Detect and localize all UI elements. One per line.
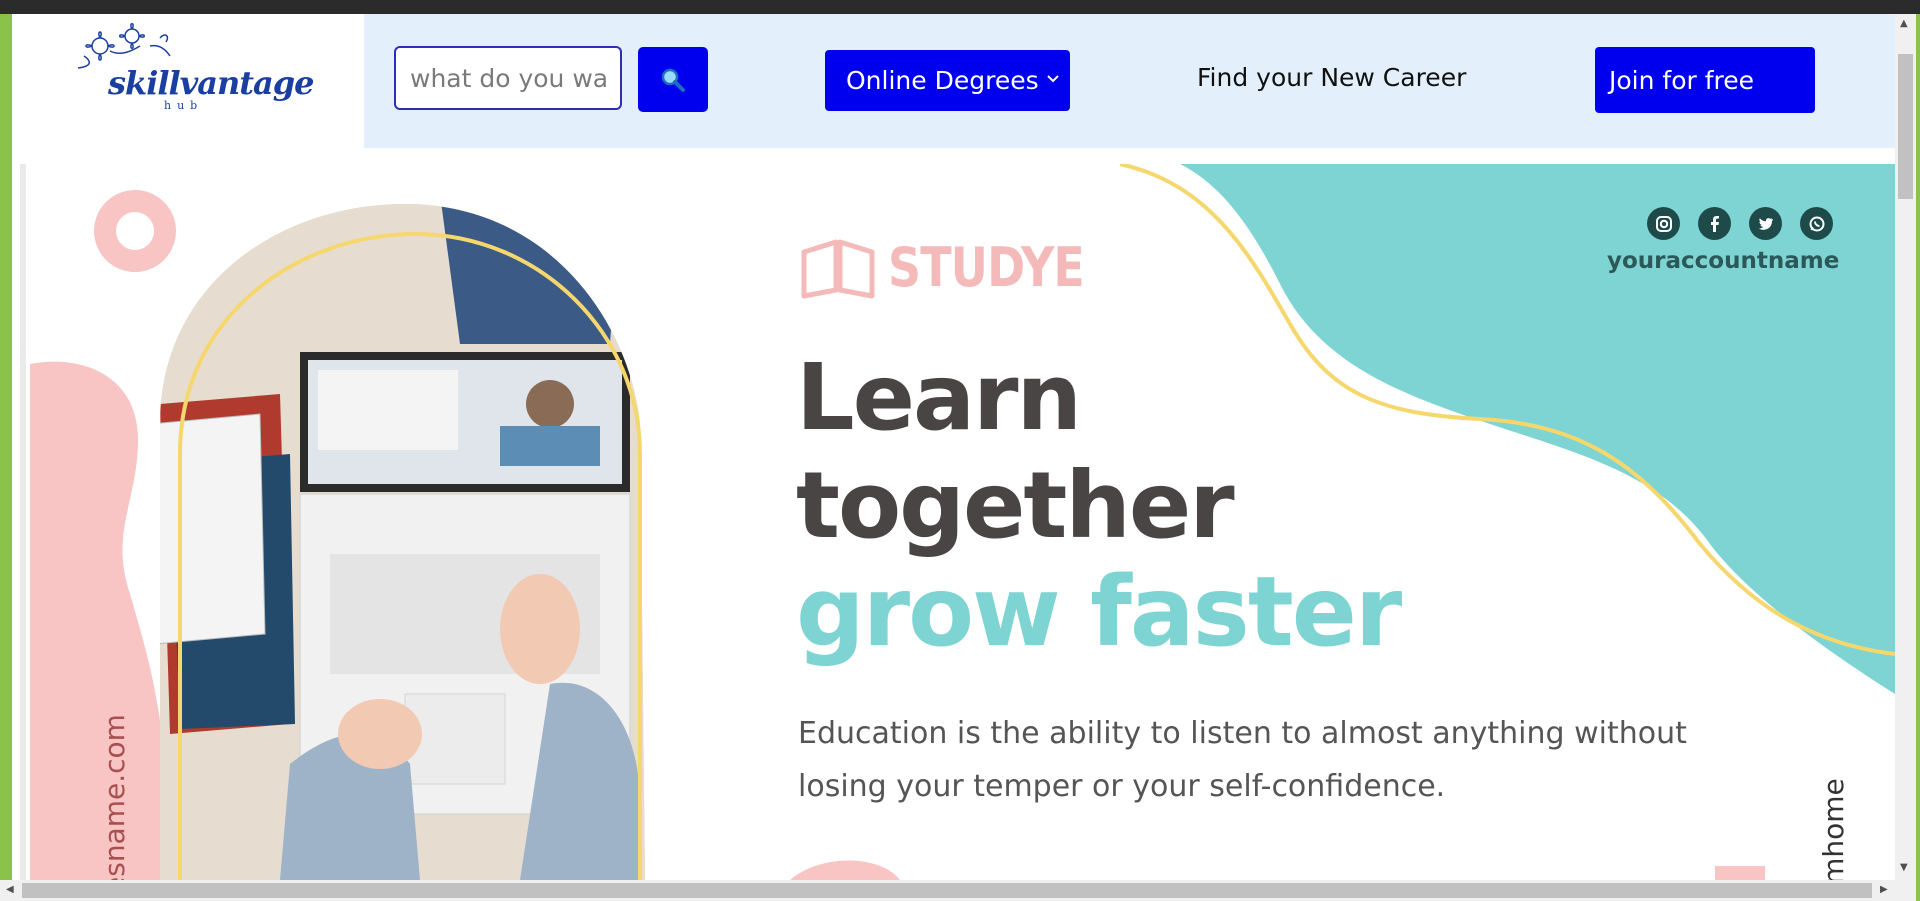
search-button[interactable] <box>638 47 708 112</box>
hero-banner: STUDYE Learn together grow faster Educat… <box>20 164 1895 880</box>
education-quote: Education is the ability to listen to al… <box>798 716 1687 804</box>
studye-label: STUDYE <box>888 235 1085 299</box>
vertical-text-right: omhome <box>1817 778 1850 880</box>
page-content: skillvantage hub Online Degrees Find you… <box>12 14 1895 880</box>
logo-name: skillvantage <box>108 64 314 102</box>
logo-subtitle: hub <box>164 99 204 112</box>
search-icon <box>661 68 685 92</box>
chevron-down-icon <box>1047 75 1059 83</box>
site-header: skillvantage hub Online Degrees Find you… <box>12 14 1895 148</box>
instagram-icon[interactable] <box>1647 207 1680 240</box>
vertical-scroll-thumb[interactable] <box>1898 54 1913 199</box>
scroll-right-arrow-icon[interactable]: ▶ <box>1880 884 1888 895</box>
scroll-up-arrow-icon[interactable]: ▲ <box>1900 18 1908 29</box>
headline-grow-faster: grow faster <box>796 556 1402 668</box>
vertical-scrollbar[interactable]: ▲ ▼ <box>1895 14 1916 880</box>
find-career-link[interactable]: Find your New Career <box>1197 63 1466 92</box>
join-for-free-button[interactable]: Join for free <box>1595 47 1815 113</box>
logo[interactable]: skillvantage hub <box>12 14 364 148</box>
search-input[interactable] <box>394 46 622 110</box>
facebook-icon[interactable] <box>1698 207 1731 240</box>
open-book-icon <box>801 239 875 299</box>
scroll-down-arrow-icon[interactable]: ▼ <box>1900 862 1908 873</box>
horizontal-scrollbar[interactable]: ◀ ▶ <box>0 880 1916 901</box>
whatsapp-icon[interactable] <box>1800 207 1833 240</box>
horizontal-scroll-thumb[interactable] <box>22 883 1872 898</box>
online-degrees-label: Online Degrees <box>846 66 1039 95</box>
scroll-left-arrow-icon[interactable]: ◀ <box>6 884 14 895</box>
top-frame-strip <box>0 0 1920 14</box>
headline-together: together <box>796 452 1235 559</box>
studye-brand: STUDYE <box>798 234 1118 300</box>
browser-window: skillvantage hub Online Degrees Find you… <box>0 0 1920 901</box>
twitter-icon[interactable] <box>1749 207 1782 240</box>
headline-learn: Learn <box>796 344 1082 451</box>
website-text: esname.com <box>98 714 131 880</box>
account-name: youraccountname <box>1607 248 1840 274</box>
social-icons <box>1647 207 1833 240</box>
online-degrees-dropdown[interactable]: Online Degrees <box>825 50 1070 111</box>
